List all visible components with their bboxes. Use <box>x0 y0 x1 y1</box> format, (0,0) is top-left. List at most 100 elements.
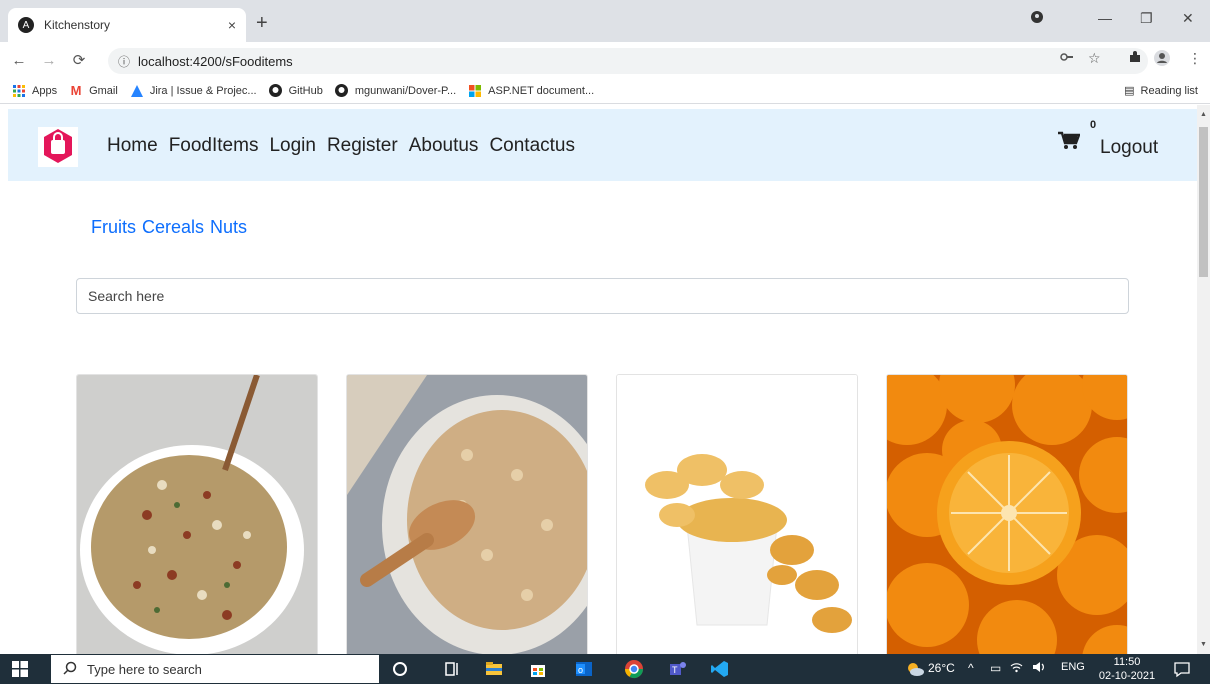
bookmark-aspnet[interactable]: ASP.NET document... <box>468 84 594 98</box>
github-icon <box>269 84 283 98</box>
address-bar[interactable]: ⓘ localhost:4200/sFooditems <box>108 48 1148 74</box>
corn-flakes-cup-image <box>617 375 857 654</box>
windows-taskbar: Type here to search o T 26°C ^ ▭ ENG 11:… <box>0 654 1210 684</box>
browser-tabstrip: A Kitchenstory × + — ❐ ✕ <box>0 0 1210 42</box>
nav-contactus[interactable]: Contactus <box>489 135 575 157</box>
bookmark-label: GitHub <box>288 84 323 97</box>
nav-fooditems[interactable]: FoodItems <box>169 135 259 157</box>
menu-icon[interactable]: ⋮ <box>1188 50 1202 67</box>
file-explorer-icon[interactable] <box>484 659 504 679</box>
apps-grid-icon <box>12 84 26 98</box>
clock[interactable]: 11:50 02-10-2021 <box>1096 655 1158 683</box>
search-icon <box>63 661 77 678</box>
tab-title: Kitchenstory <box>44 18 111 32</box>
jira-icon <box>130 84 144 98</box>
category-fruits[interactable]: Fruits <box>91 217 136 238</box>
bookmark-mgunwani[interactable]: mgunwani/Dover-P... <box>335 84 456 98</box>
search-input[interactable] <box>76 278 1129 314</box>
teams-icon[interactable]: T <box>668 659 688 679</box>
svg-text:o: o <box>578 665 583 675</box>
bookmark-label: ASP.NET document... <box>488 84 595 97</box>
bookmark-label: Apps <box>32 84 58 97</box>
bookmark-github[interactable]: GitHub <box>269 84 323 98</box>
github-icon <box>335 84 349 98</box>
page-scrollbar[interactable]: ▲ ▼ <box>1197 105 1210 654</box>
url-text: localhost:4200/sFooditems <box>138 53 293 69</box>
wifi-icon[interactable] <box>1010 661 1023 676</box>
taskbar-search-placeholder: Type here to search <box>87 661 202 677</box>
browser-tab[interactable]: A Kitchenstory × <box>8 8 246 42</box>
account-icon[interactable] <box>1154 50 1170 69</box>
battery-icon[interactable]: ▭ <box>990 661 1001 675</box>
chrome-icon[interactable] <box>624 659 644 679</box>
oats-bowl-image <box>347 375 587 654</box>
category-cereals[interactable]: Cereals <box>142 217 204 238</box>
kitchenstory-logo-icon[interactable] <box>38 121 78 169</box>
product-card-oranges[interactable] <box>886 374 1128 654</box>
reading-list-icon: ▤ <box>1124 85 1135 97</box>
bookmark-label: Jira | Issue & Projec... <box>149 84 257 97</box>
bookmarks-bar: Apps M Gmail Jira | Issue & Projec... Gi… <box>0 78 1210 104</box>
site-navbar: Home FoodItems Login Register Aboutus Co… <box>8 109 1198 181</box>
granola-bowl-image <box>77 375 317 654</box>
tray-chevron-icon[interactable]: ^ <box>968 661 974 675</box>
key-icon[interactable] <box>1060 50 1074 67</box>
restore-icon[interactable]: ❐ <box>1140 10 1153 27</box>
scroll-up-icon[interactable]: ▲ <box>1200 111 1207 118</box>
gmail-icon: M <box>70 83 82 98</box>
store-icon[interactable] <box>528 659 548 679</box>
extensions-icon[interactable] <box>1128 50 1142 67</box>
tab-close-icon[interactable]: × <box>228 17 236 33</box>
nav-aboutus[interactable]: Aboutus <box>409 135 479 157</box>
volume-icon[interactable] <box>1032 661 1046 676</box>
microsoft-icon <box>468 84 482 98</box>
weather-icon[interactable] <box>905 659 925 679</box>
category-links: Fruits Cereals Nuts <box>91 217 247 238</box>
star-icon[interactable]: ☆ <box>1088 50 1101 67</box>
product-card-granola[interactable] <box>76 374 318 654</box>
bookmark-apps[interactable]: Apps <box>12 84 57 98</box>
scrollbar-thumb[interactable] <box>1199 127 1208 277</box>
task-view-icon[interactable] <box>443 659 463 679</box>
angular-favicon-icon: A <box>18 17 34 33</box>
product-card-oats[interactable] <box>346 374 588 654</box>
close-window-icon[interactable]: ✕ <box>1182 10 1194 27</box>
nav-login[interactable]: Login <box>269 135 316 157</box>
new-tab-button[interactable]: + <box>256 12 268 35</box>
bookmark-label: Gmail <box>89 84 118 97</box>
taskbar-search-box[interactable]: Type here to search <box>51 655 379 683</box>
minimize-icon[interactable]: — <box>1098 10 1112 26</box>
clock-time: 11:50 <box>1113 656 1141 668</box>
nav-register[interactable]: Register <box>327 135 398 157</box>
browser-toolbar: ← → ⟳ ⓘ localhost:4200/sFooditems ☆ ⋮ <box>0 42 1210 78</box>
windows-start-icon[interactable] <box>0 654 40 684</box>
clock-date: 02-10-2021 <box>1098 670 1156 682</box>
reload-icon[interactable]: ⟳ <box>68 51 90 69</box>
notifications-icon[interactable] <box>1172 659 1192 679</box>
nav-home[interactable]: Home <box>107 135 158 157</box>
cortana-icon[interactable] <box>390 659 410 679</box>
bookmark-jira[interactable]: Jira | Issue & Projec... <box>130 84 257 98</box>
language-indicator[interactable]: ENG <box>1061 661 1085 673</box>
site-info-icon[interactable]: ⓘ <box>118 53 130 70</box>
category-nuts[interactable]: Nuts <box>210 217 247 238</box>
cart-icon[interactable] <box>1058 131 1080 151</box>
reading-list[interactable]: ▤ Reading list <box>1124 84 1198 97</box>
page-viewport: Home FoodItems Login Register Aboutus Co… <box>0 105 1210 654</box>
svg-text:T: T <box>672 665 678 675</box>
nav-links: Home FoodItems Login Register Aboutus Co… <box>107 135 575 157</box>
bookmark-gmail[interactable]: M Gmail <box>69 83 118 98</box>
logout-link[interactable]: Logout <box>1100 137 1158 159</box>
reading-list-label: Reading list <box>1140 85 1198 97</box>
bookmark-label: mgunwani/Dover-P... <box>354 84 457 97</box>
cart-count-badge: 0 <box>1090 119 1097 131</box>
profile-icon[interactable] <box>1030 10 1044 27</box>
vscode-icon[interactable] <box>710 659 730 679</box>
forward-icon[interactable]: → <box>38 52 60 69</box>
weather-temp[interactable]: 26°C <box>928 661 955 675</box>
back-icon[interactable]: ← <box>8 52 30 69</box>
oranges-image <box>887 375 1127 654</box>
outlook-icon[interactable]: o <box>574 659 594 679</box>
product-card-cornflakes[interactable] <box>616 374 858 654</box>
scroll-down-icon[interactable]: ▼ <box>1200 641 1207 648</box>
